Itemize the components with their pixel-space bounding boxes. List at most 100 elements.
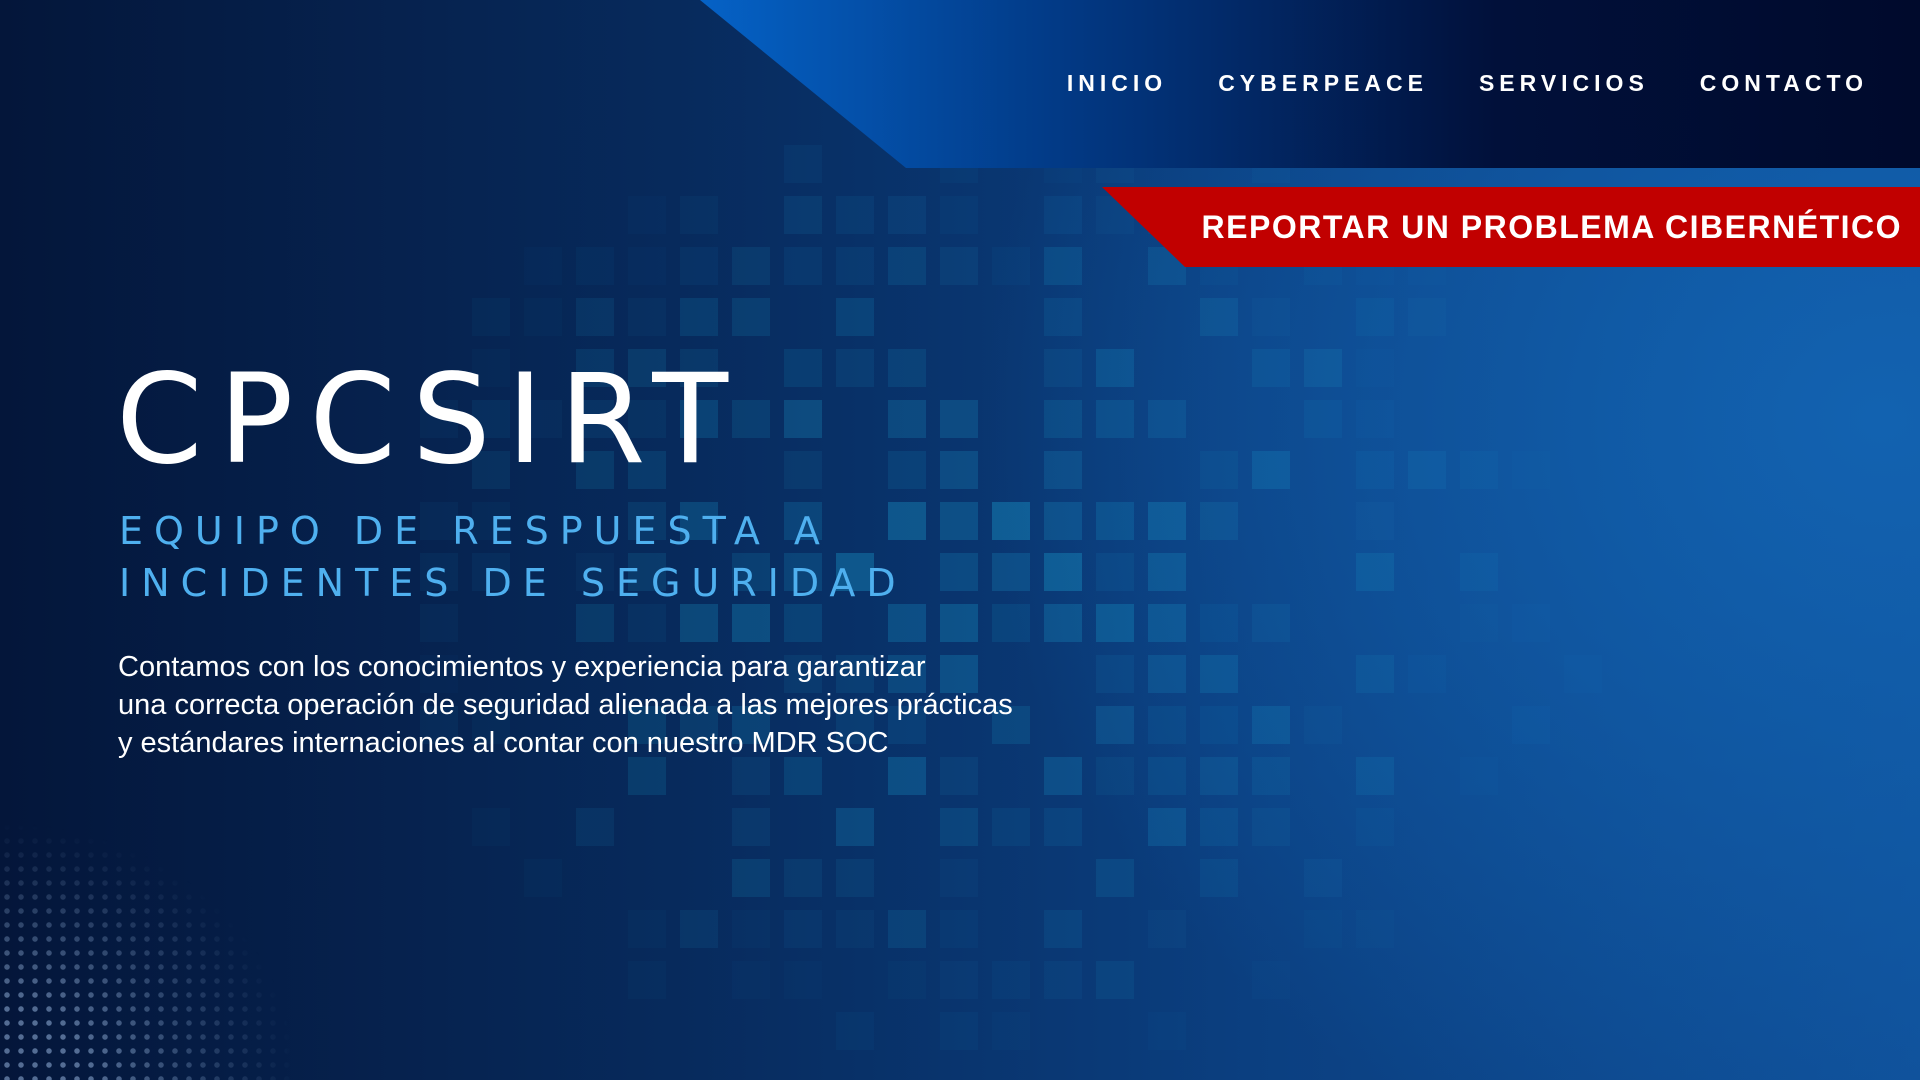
grid-square <box>888 400 926 438</box>
grid-square <box>1200 298 1238 336</box>
grid-square <box>1096 400 1134 438</box>
grid-square <box>836 349 874 387</box>
grid-square <box>1356 757 1394 795</box>
grid-square <box>1044 910 1082 948</box>
nav-cyberpeace[interactable]: CYBERPEACE <box>1218 70 1428 97</box>
hero-title: CPCSIRT <box>116 348 745 492</box>
main-nav: INICIO CYBERPEACE SERVICIOS CONTACTO <box>1067 70 1868 97</box>
grid-square <box>1148 553 1186 591</box>
report-problem-button[interactable]: REPORTAR UN PROBLEMA CIBERNÉTICO <box>1102 187 1920 267</box>
grid-square <box>628 757 666 795</box>
grid-square <box>420 604 458 642</box>
grid-square <box>992 604 1030 642</box>
grid-square <box>1096 604 1134 642</box>
grid-square <box>1044 553 1082 591</box>
grid-square <box>524 298 562 336</box>
grid-square <box>576 298 614 336</box>
grid-square <box>1096 655 1134 693</box>
grid-square <box>888 910 926 948</box>
grid-square <box>888 757 926 795</box>
grid-square <box>1304 910 1342 948</box>
grid-square <box>732 961 770 999</box>
grid-square <box>1512 706 1550 744</box>
grid-square <box>940 859 978 897</box>
grid-square <box>1200 859 1238 897</box>
grid-square <box>784 451 822 489</box>
grid-square <box>784 145 822 183</box>
grid-square <box>784 604 822 642</box>
grid-square <box>1356 502 1394 540</box>
grid-square <box>940 910 978 948</box>
grid-square <box>888 349 926 387</box>
grid-square <box>628 298 666 336</box>
grid-square <box>1044 196 1082 234</box>
grid-square <box>628 604 666 642</box>
grid-square <box>1252 604 1290 642</box>
grid-square <box>680 247 718 285</box>
grid-square <box>680 298 718 336</box>
grid-square <box>1408 298 1446 336</box>
grid-square <box>1044 298 1082 336</box>
grid-square <box>732 910 770 948</box>
grid-square <box>940 1012 978 1050</box>
grid-square <box>732 604 770 642</box>
grid-square <box>680 604 718 642</box>
grid-square <box>784 910 822 948</box>
grid-square <box>732 757 770 795</box>
grid-square <box>940 196 978 234</box>
grid-square <box>1252 298 1290 336</box>
grid-square <box>628 247 666 285</box>
grid-square <box>992 502 1030 540</box>
grid-square <box>628 910 666 948</box>
grid-square <box>836 910 874 948</box>
grid-square <box>1460 604 1498 642</box>
grid-square <box>1408 655 1446 693</box>
nav-contacto[interactable]: CONTACTO <box>1700 70 1868 97</box>
grid-square <box>836 859 874 897</box>
grid-square <box>1460 451 1498 489</box>
grid-square <box>1148 604 1186 642</box>
hero-subtitle-line: INCIDENTES DE SEGURIDAD <box>119 561 907 605</box>
grid-square <box>784 961 822 999</box>
nav-inicio[interactable]: INICIO <box>1067 70 1167 97</box>
grid-square <box>1356 298 1394 336</box>
grid-square <box>628 196 666 234</box>
grid-square <box>1460 553 1498 591</box>
grid-square <box>1148 655 1186 693</box>
grid-square <box>1356 655 1394 693</box>
grid-square <box>992 1012 1030 1050</box>
grid-square <box>732 298 770 336</box>
grid-square <box>1200 604 1238 642</box>
grid-square <box>1044 247 1082 285</box>
grid-square <box>524 247 562 285</box>
grid-square <box>732 247 770 285</box>
grid-square <box>1200 706 1238 744</box>
grid-square <box>1044 451 1082 489</box>
grid-square <box>1200 451 1238 489</box>
grid-square <box>1356 451 1394 489</box>
grid-square <box>1096 349 1134 387</box>
grid-square <box>940 400 978 438</box>
grid-square <box>1044 502 1082 540</box>
grid-square <box>888 247 926 285</box>
grid-square <box>1148 1012 1186 1050</box>
grid-square <box>1200 757 1238 795</box>
grid-square <box>1564 655 1602 693</box>
grid-square <box>1044 961 1082 999</box>
grid-square <box>1044 757 1082 795</box>
grid-square <box>576 604 614 642</box>
grid-square <box>1044 349 1082 387</box>
grid-square <box>1460 757 1498 795</box>
grid-square <box>1252 961 1290 999</box>
grid-square <box>836 808 874 846</box>
grid-square <box>1096 553 1134 591</box>
grid-square <box>1096 961 1134 999</box>
grid-square <box>1512 451 1550 489</box>
grid-square <box>680 910 718 948</box>
nav-servicios[interactable]: SERVICIOS <box>1479 70 1649 97</box>
grid-square <box>576 247 614 285</box>
grid-square <box>940 757 978 795</box>
grid-square <box>888 196 926 234</box>
grid-square <box>940 247 978 285</box>
grid-square <box>784 349 822 387</box>
